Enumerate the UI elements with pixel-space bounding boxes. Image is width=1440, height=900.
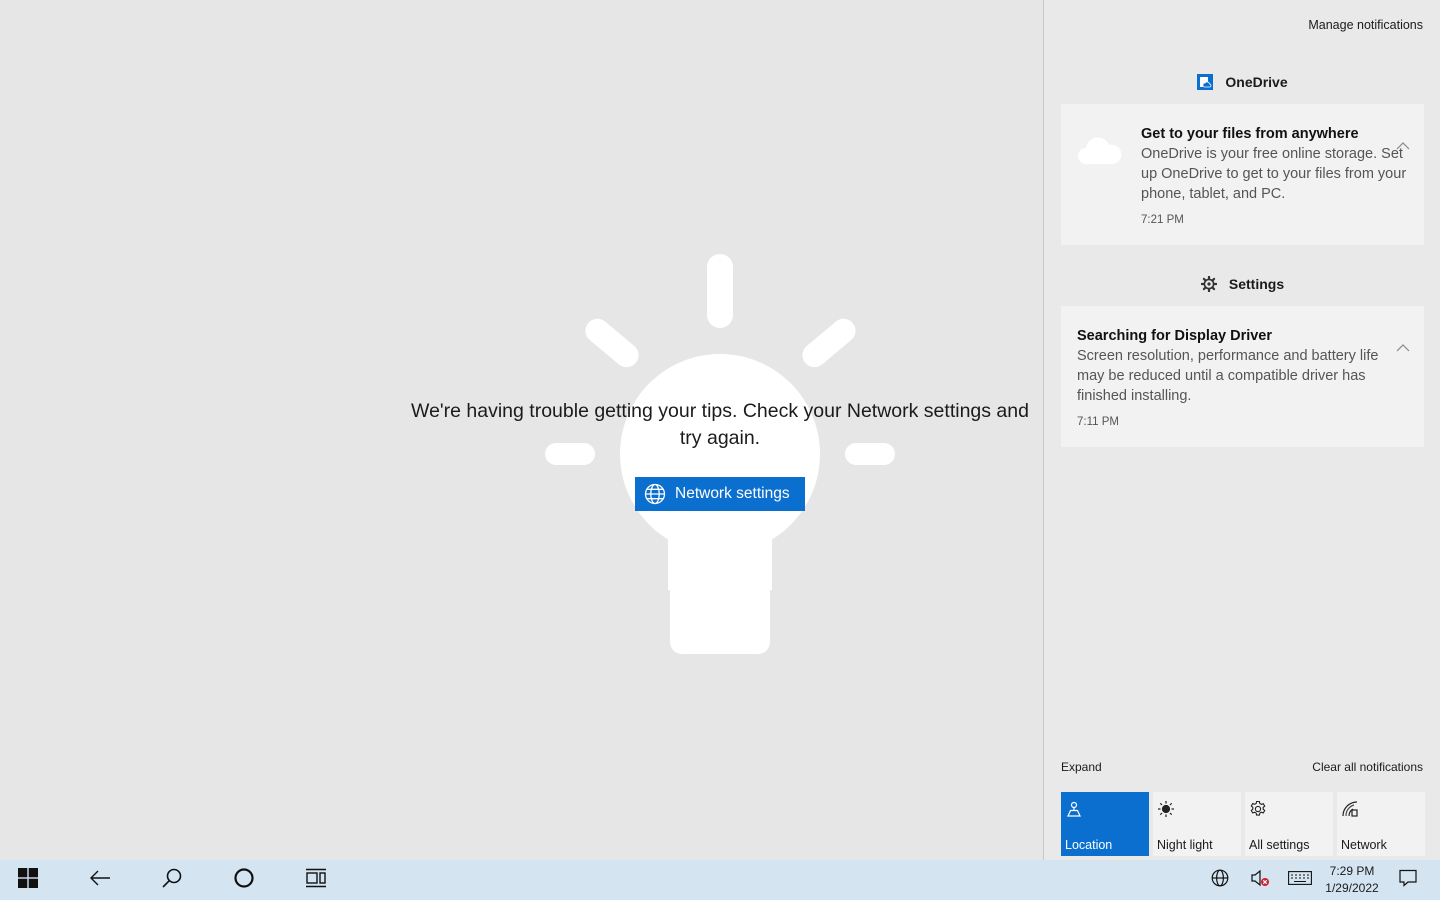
clock-date: 1/29/2022	[1325, 881, 1379, 895]
manage-notifications-link[interactable]: Manage notifications	[1308, 18, 1423, 32]
tips-app-window: We're having trouble getting your tips. …	[0, 0, 1043, 860]
onedrive-icon	[1197, 74, 1214, 90]
cloud-icon	[1077, 136, 1123, 171]
network-icon	[1341, 800, 1359, 818]
cortana-icon	[233, 867, 255, 894]
quick-action-label: Night light	[1157, 838, 1213, 852]
clock-time: 7:29 PM	[1329, 864, 1375, 878]
group-header-label: OneDrive	[1225, 74, 1288, 90]
volume-muted-icon	[1250, 869, 1270, 892]
search-icon	[161, 867, 183, 894]
quick-action-location[interactable]: Location	[1061, 792, 1149, 856]
notification-body: Screen resolution, performance and batte…	[1077, 348, 1379, 404]
group-header-label: Settings	[1228, 276, 1285, 292]
group-header-onedrive[interactable]: OneDrive	[1044, 74, 1440, 90]
notification-time: 7:11 PM	[1077, 416, 1119, 428]
location-icon	[1065, 800, 1083, 818]
quick-action-network[interactable]: Network	[1337, 792, 1425, 856]
tray-action-center[interactable]	[1396, 860, 1420, 900]
notification-card-settings[interactable]: Searching for Display Driver Screen reso…	[1061, 306, 1424, 447]
brightness-icon	[1157, 800, 1175, 818]
notification-time: 7:21 PM	[1141, 214, 1184, 226]
tips-error-message: We're having trouble getting your tips. …	[411, 400, 1029, 449]
back-button[interactable]	[76, 860, 124, 900]
globe-icon	[1211, 869, 1229, 892]
back-icon	[89, 869, 111, 892]
quick-action-label: Location	[1065, 838, 1113, 852]
quick-action-label: All settings	[1249, 838, 1310, 852]
task-view-icon	[305, 868, 327, 893]
start-icon	[18, 867, 38, 893]
task-view-button[interactable]	[292, 860, 340, 900]
action-center-panel: Manage notifications OneDrive Get to you…	[1043, 0, 1440, 860]
notification-card-onedrive[interactable]: Get to your files from anywhere OneDrive…	[1061, 104, 1424, 245]
gear-icon	[1249, 800, 1267, 818]
group-header-settings[interactable]: Settings	[1044, 276, 1440, 292]
start-button[interactable]	[4, 860, 52, 900]
expand-link[interactable]: Expand	[1061, 760, 1102, 774]
search-button[interactable]	[148, 860, 196, 900]
tray-volume[interactable]	[1248, 860, 1272, 900]
taskbar-clock[interactable]: 7:29 PM 1/29/2022	[1318, 863, 1386, 897]
chevron-up-icon[interactable]	[1396, 138, 1410, 150]
chevron-up-icon[interactable]	[1396, 340, 1410, 352]
notification-title: Get to your files from anywhere	[1141, 126, 1359, 142]
taskbar: 7:29 PM 1/29/2022	[0, 860, 1440, 900]
notification-title: Searching for Display Driver	[1077, 328, 1273, 344]
clear-all-notifications-link[interactable]: Clear all notifications	[1312, 760, 1423, 774]
network-settings-button[interactable]: Network settings	[635, 477, 805, 511]
notification-body: OneDrive is your free online storage. Se…	[1141, 146, 1407, 202]
network-settings-label: Network settings	[675, 485, 790, 502]
tray-network[interactable]	[1208, 860, 1232, 900]
action-center-icon	[1399, 869, 1417, 892]
globe-icon	[644, 483, 666, 505]
keyboard-icon	[1288, 870, 1312, 890]
quick-action-night-light[interactable]: Night light	[1153, 792, 1241, 856]
cortana-button[interactable]	[220, 860, 268, 900]
quick-action-label: Network	[1341, 838, 1387, 852]
gear-icon	[1200, 276, 1217, 292]
quick-action-all-settings[interactable]: All settings	[1245, 792, 1333, 856]
tray-keyboard[interactable]	[1286, 860, 1314, 900]
